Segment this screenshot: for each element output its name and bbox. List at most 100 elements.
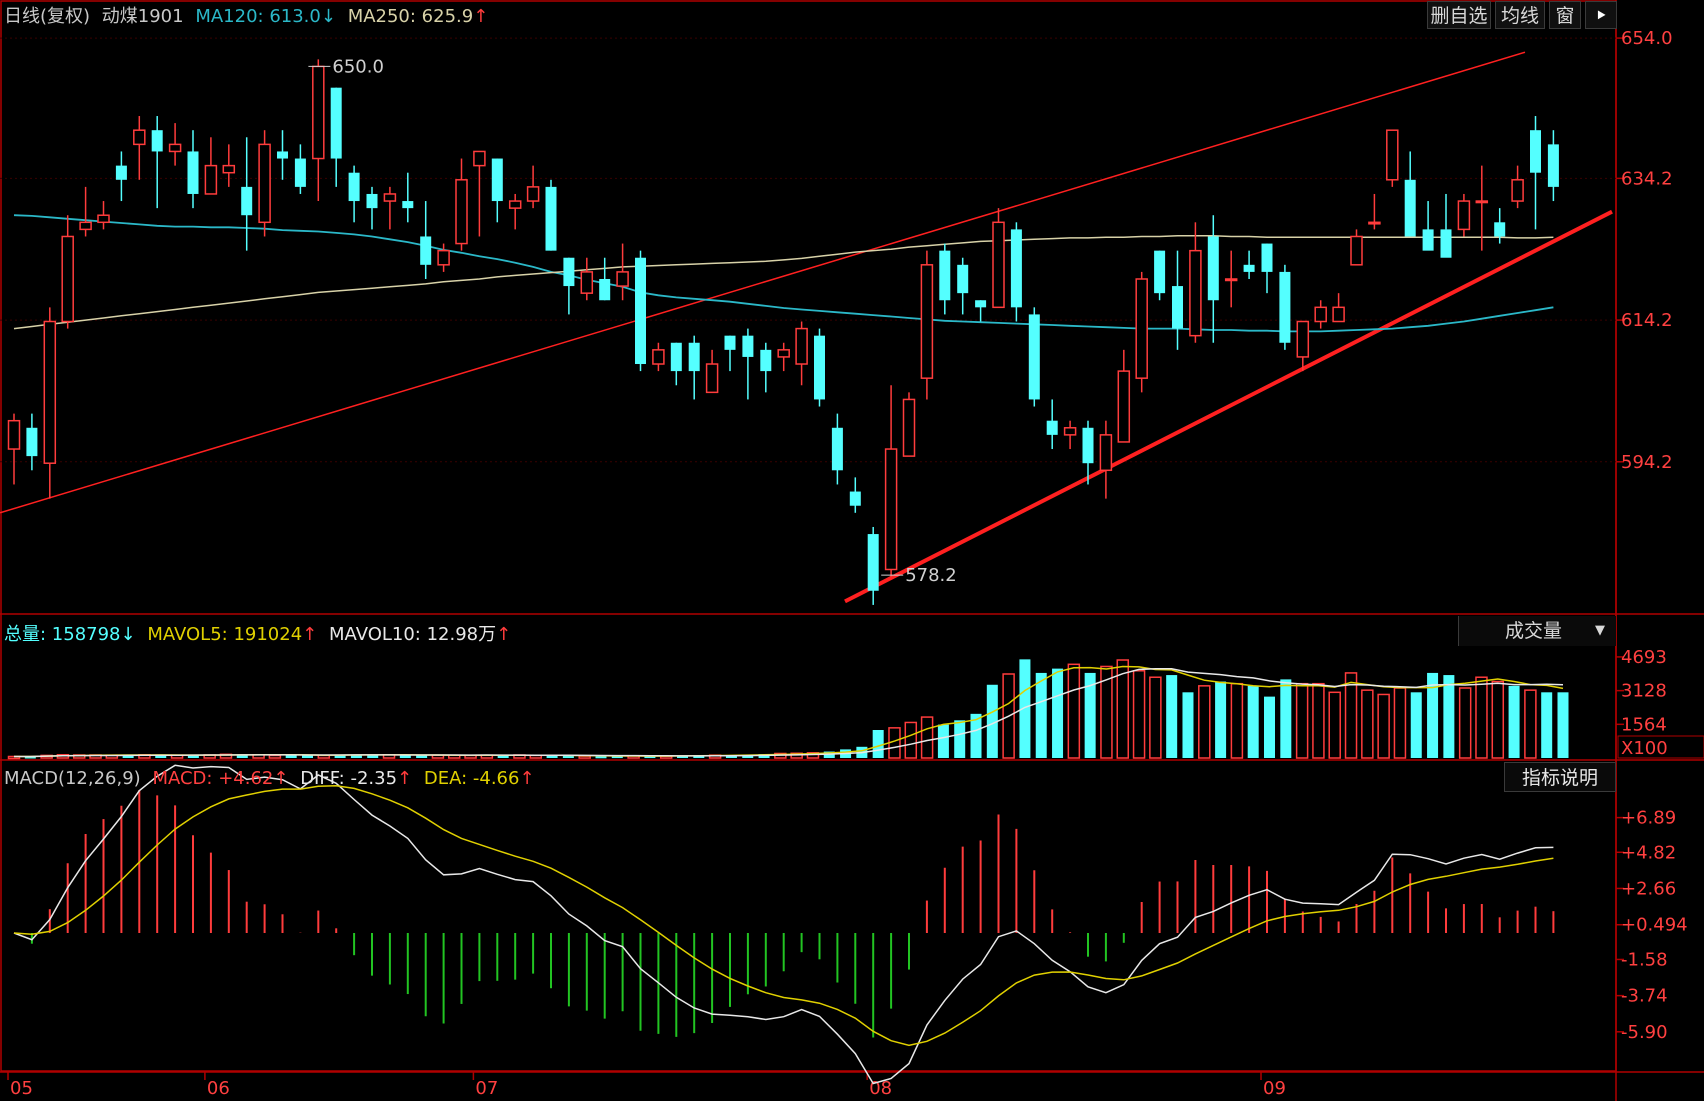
- candle-body-up: [902, 398, 916, 457]
- volume-tick-label: 3128: [1621, 681, 1667, 702]
- kline-chart-window: 654.0 634.2 614.2 594.2 650.0 578.2 05 06 07 08 09…: [0, 0, 1704, 1101]
- candle: [1457, 193, 1471, 237]
- candle: [1296, 320, 1310, 372]
- volume-bar: [187, 755, 199, 758]
- volume-bar: [904, 721, 918, 759]
- candle-body-down: [402, 201, 414, 209]
- candle-body-up: [1368, 221, 1381, 225]
- candle: [420, 201, 432, 279]
- upper-trend-line: [0, 51, 1526, 514]
- x-tick-label: 09: [1263, 1078, 1286, 1099]
- candle-body-up: [455, 179, 468, 245]
- candle: [1172, 250, 1183, 350]
- candle-body-up: [526, 186, 540, 202]
- window-button[interactable]: 窗: [1549, 1, 1581, 29]
- mavol10-label: MAVOL10: 12.98万↑: [329, 624, 512, 645]
- candle: [670, 342, 682, 386]
- price-tick-label: 634.2: [1621, 168, 1673, 189]
- indicator-help-button[interactable]: 指标说明: [1504, 762, 1616, 792]
- candle: [849, 477, 861, 513]
- candle-body-down: [1404, 179, 1416, 237]
- volume-bar: [1132, 670, 1146, 759]
- candle: [599, 257, 611, 301]
- candle: [1279, 264, 1291, 350]
- candle: [187, 130, 199, 209]
- candle-body-down: [187, 151, 199, 194]
- expand-arrow-icon[interactable]: ⯈: [1585, 1, 1617, 29]
- candle: [1350, 229, 1363, 266]
- volume-bar: [416, 755, 428, 758]
- mavol10-line: [14, 667, 1564, 758]
- candle-body-up: [508, 200, 522, 209]
- candle: [383, 186, 397, 230]
- candle: [168, 123, 182, 166]
- candle: [1530, 116, 1541, 230]
- annotation-label: 578.2: [905, 565, 957, 586]
- macd-title: MACD(12,26,9): [4, 768, 141, 789]
- candle-body-down: [688, 342, 700, 372]
- candle: [402, 172, 414, 223]
- candle-body-up: [1296, 320, 1310, 358]
- volume-bar: [1393, 687, 1407, 759]
- x-tick-label: 07: [475, 1078, 498, 1099]
- candle-body-down: [831, 427, 843, 471]
- candle-body-up: [1386, 129, 1399, 181]
- volume-tick-label: 1564: [1621, 714, 1667, 735]
- macd-tick-label: -5.90: [1621, 1022, 1668, 1043]
- mavol5-line: [14, 665, 1564, 758]
- candle-body-down: [151, 130, 163, 152]
- candle-body-up: [97, 214, 110, 224]
- candle-body-up: [580, 271, 594, 294]
- x-tick-label: 06: [207, 1078, 230, 1099]
- volume-bar: [1508, 685, 1520, 758]
- candle: [366, 186, 378, 230]
- candle-body-up: [1063, 427, 1077, 436]
- x-tick-label: 05: [10, 1078, 33, 1099]
- candle-body-down: [115, 165, 127, 180]
- candle: [1224, 250, 1238, 308]
- volume-bar: [1312, 682, 1325, 759]
- candle: [277, 130, 288, 180]
- indicator-dropdown[interactable]: 成交量 ▼: [1458, 616, 1616, 646]
- candle: [79, 186, 92, 237]
- candle: [867, 526, 879, 605]
- period-title: 日线(复权): [4, 6, 91, 27]
- volume-bar: [954, 720, 966, 758]
- dea-line: [13, 784, 1554, 1047]
- volume-bar: [1328, 691, 1341, 759]
- candle-body-up: [1135, 278, 1148, 379]
- candle-body-down: [635, 257, 646, 365]
- moving-average-button[interactable]: 均线: [1495, 1, 1545, 29]
- macd-header: MACD(12,26,9) MACD: +4.62↑ DIFF: -2.35↑ …: [4, 768, 541, 789]
- candle-body-up: [777, 349, 790, 358]
- candle-body-up: [7, 419, 21, 450]
- remove-favorite-button[interactable]: 删自选: [1427, 1, 1491, 29]
- candle: [563, 257, 575, 315]
- candle-body-up: [705, 363, 719, 394]
- candle-body-down: [1207, 236, 1219, 301]
- volume-bar: [1377, 693, 1390, 759]
- volume-bar: [920, 716, 934, 759]
- volume-bar: [937, 724, 949, 758]
- price-tick-label: 654.0: [1621, 28, 1673, 49]
- volume-bar: [1052, 668, 1064, 758]
- candle: [814, 328, 825, 407]
- candle-body-down: [599, 278, 611, 301]
- candle: [616, 243, 629, 301]
- candle-body-up: [1475, 200, 1489, 204]
- candle: [724, 335, 736, 372]
- candle: [920, 250, 934, 400]
- ma250-label: MA250: 625.9↑: [347, 6, 489, 27]
- candle-body-down: [330, 87, 342, 159]
- candle: [1494, 208, 1506, 244]
- candle-body-up: [473, 150, 486, 167]
- macd-value-label: MACD: +4.62↑: [152, 768, 289, 789]
- candle-body-down: [1028, 314, 1040, 400]
- volume-bar: [1247, 685, 1259, 758]
- candle: [1154, 250, 1166, 301]
- candle-body-up: [168, 143, 182, 153]
- candle: [902, 392, 916, 457]
- candle: [455, 158, 468, 251]
- volume-unit-label: X100: [1621, 738, 1668, 759]
- volume-bar: [1264, 696, 1276, 758]
